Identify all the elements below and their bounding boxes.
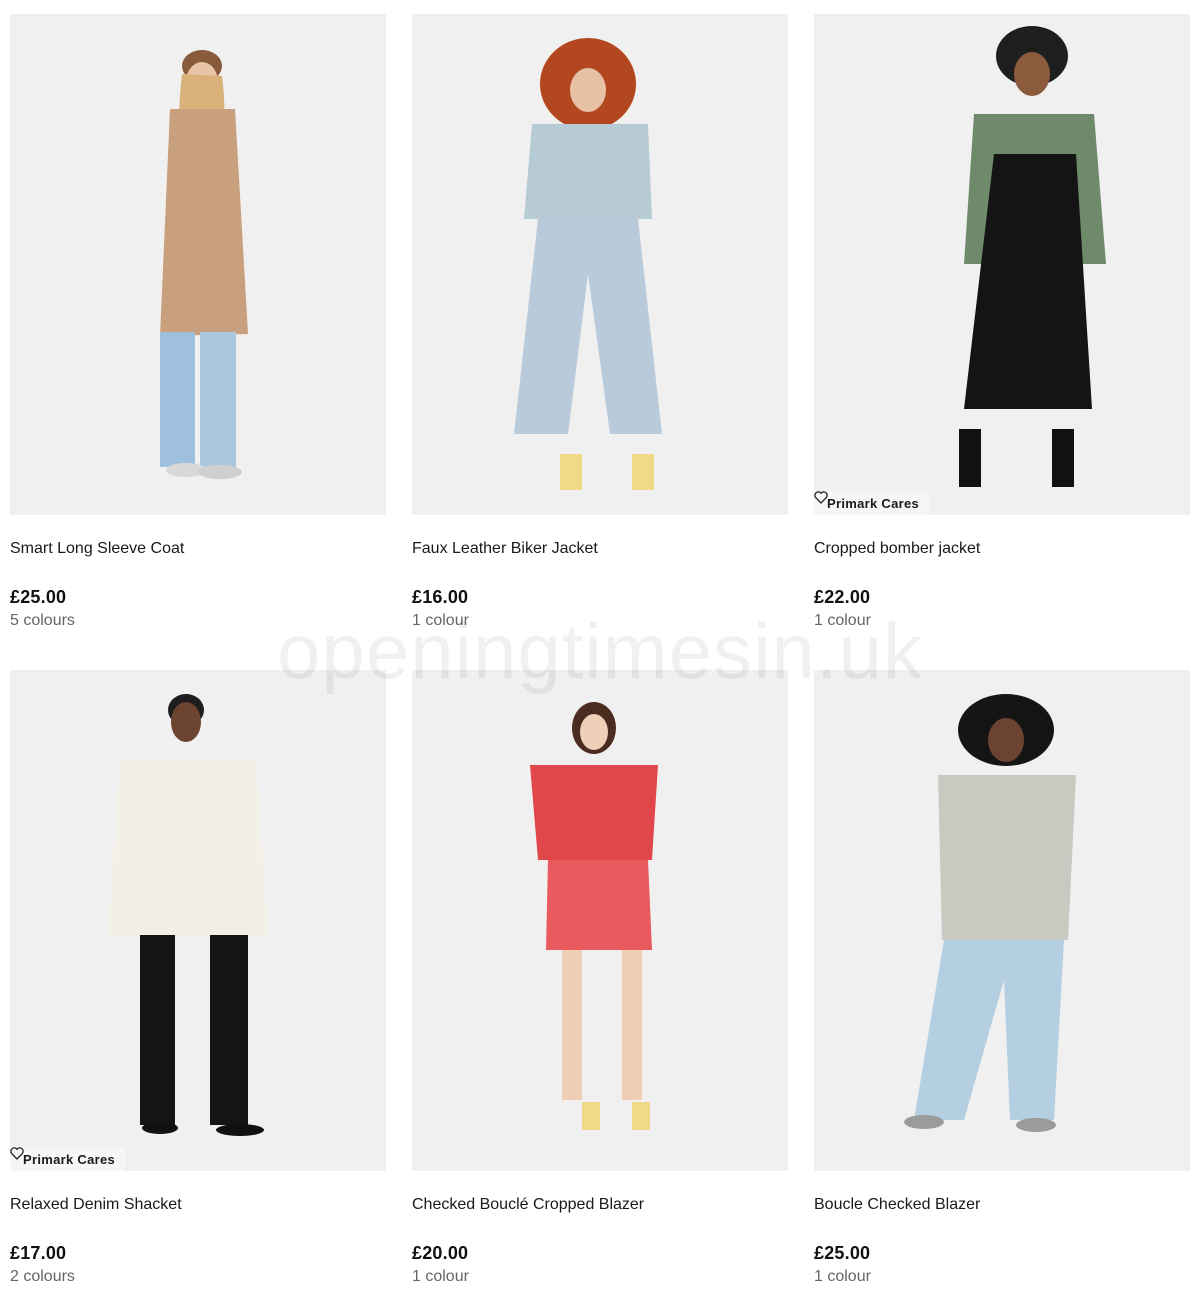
product-card[interactable]: Faux Leather Biker Jacket £16.00 1 colou… xyxy=(412,14,788,670)
badge-label: Primark Cares xyxy=(23,1151,116,1167)
product-image[interactable]: Primark Cares xyxy=(814,14,1190,515)
product-card[interactable]: Smart Long Sleeve Coat £25.00 5 colours xyxy=(10,14,386,670)
product-name[interactable]: Boucle Checked Blazer xyxy=(814,1195,1190,1215)
badge-label: Primark Cares xyxy=(827,495,920,511)
product-card[interactable]: Primark Cares Relaxed Denim Shacket £17.… xyxy=(10,670,386,1296)
primark-cares-badge: Primark Cares xyxy=(814,491,930,515)
product-card[interactable]: Checked Bouclé Cropped Blazer £20.00 1 c… xyxy=(412,670,788,1296)
product-price: £16.00 xyxy=(412,587,469,607)
product-image[interactable] xyxy=(412,14,788,515)
product-card[interactable]: Primark Cares Cropped bomber jacket £22.… xyxy=(814,14,1190,670)
product-image[interactable]: Primark Cares xyxy=(10,670,386,1171)
primark-cares-badge: Primark Cares xyxy=(10,1147,126,1171)
product-colours: 2 colours xyxy=(10,1268,75,1285)
product-price: £25.00 xyxy=(814,1243,871,1263)
product-colours: 1 colour xyxy=(814,612,871,629)
product-price: £20.00 xyxy=(412,1243,469,1263)
product-colours: 1 colour xyxy=(412,1268,469,1285)
product-price: £17.00 xyxy=(10,1243,67,1263)
product-image[interactable] xyxy=(814,670,1190,1171)
product-name[interactable]: Checked Bouclé Cropped Blazer xyxy=(412,1195,788,1215)
product-card[interactable]: Boucle Checked Blazer £25.00 1 colour xyxy=(814,670,1190,1296)
product-price: £25.00 xyxy=(10,587,67,607)
product-name[interactable]: Smart Long Sleeve Coat xyxy=(10,539,386,559)
product-name[interactable]: Cropped bomber jacket xyxy=(814,539,1190,559)
product-image[interactable] xyxy=(412,670,788,1171)
product-name[interactable]: Faux Leather Biker Jacket xyxy=(412,539,788,559)
product-grid: Smart Long Sleeve Coat £25.00 5 colours … xyxy=(10,14,1190,1296)
product-name[interactable]: Relaxed Denim Shacket xyxy=(10,1195,386,1215)
product-colours: 5 colours xyxy=(10,612,75,629)
product-image[interactable] xyxy=(10,14,386,515)
product-colours: 1 colour xyxy=(814,1268,871,1285)
product-colours: 1 colour xyxy=(412,612,469,629)
product-price: £22.00 xyxy=(814,587,871,607)
